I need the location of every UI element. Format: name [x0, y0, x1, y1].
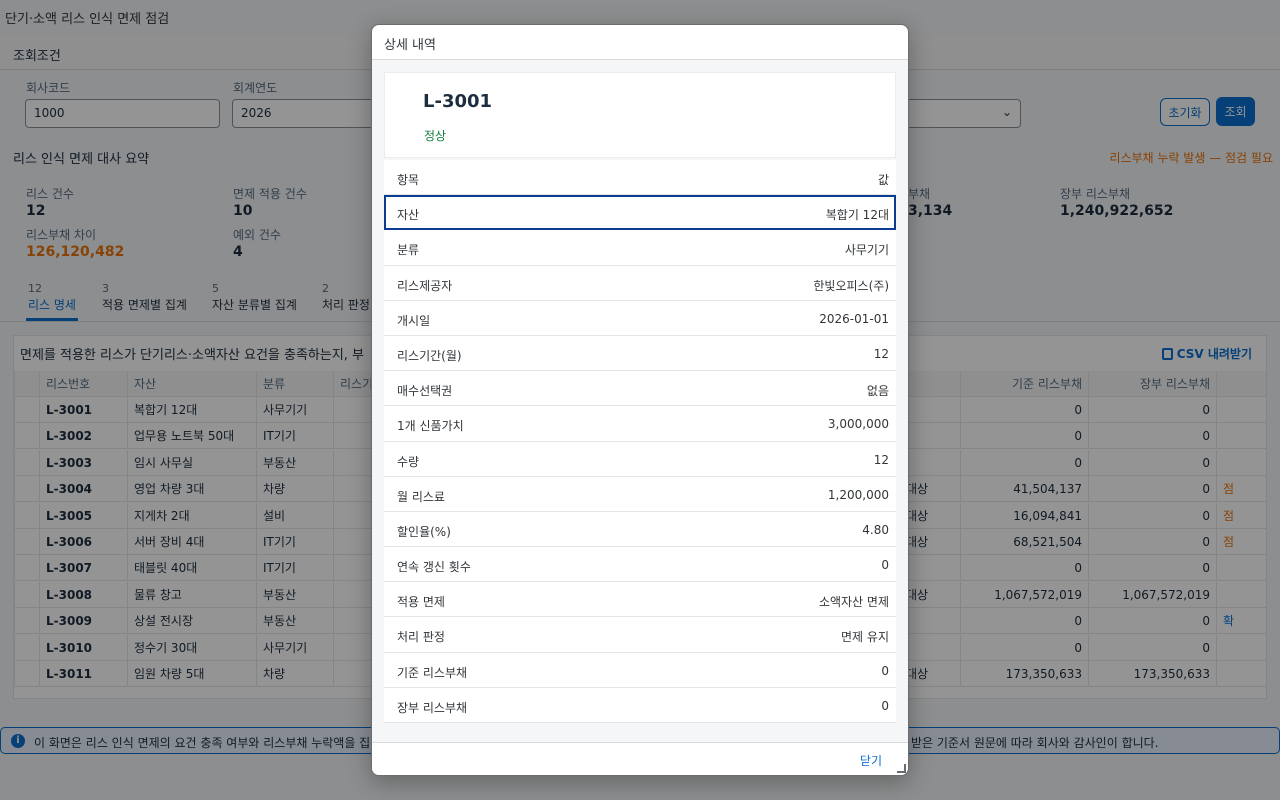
- detail-row[interactable]: 기준 리스부채 0: [384, 653, 896, 688]
- detail-row[interactable]: 분류 사무기기: [384, 230, 896, 266]
- detail-table: 항목 값 자산 복합기 12대분류 사무기기리스제공자 한빛오피스(주) 개시일 2026…: [384, 160, 896, 723]
- object-header: L-3001 정상: [384, 72, 896, 158]
- detail-key: 기준 리스부채: [397, 665, 468, 680]
- detail-value: 12: [873, 346, 889, 361]
- detail-value: 0: [881, 698, 889, 713]
- detail-row[interactable]: 연속 갱신 횟수 0: [384, 547, 896, 583]
- detail-key: 연속 갱신 횟수: [397, 560, 471, 575]
- detail-dialog: 상세 내역 L-3001 정상 항목 값 자산 복합기 12대분류 사무기기리스제공…: [371, 24, 909, 776]
- detail-value: 소액자산 면제: [818, 595, 889, 610]
- column-header-key: 항목: [397, 173, 420, 187]
- detail-value: 한빛오피스(주): [813, 278, 889, 293]
- detail-key: 월 리스료: [397, 489, 445, 504]
- detail-value: 12: [873, 452, 889, 467]
- detail-value: 3,000,000: [827, 417, 889, 432]
- detail-key: 개시일: [397, 313, 431, 328]
- detail-value: 사무기기: [844, 243, 889, 258]
- detail-row[interactable]: 적용 면제 소액자산 면제: [384, 582, 896, 618]
- detail-row[interactable]: 매수선택권 없음: [384, 371, 896, 407]
- dialog-footer: 닫기: [372, 742, 908, 775]
- detail-key: 적용 면제: [397, 595, 445, 610]
- detail-row[interactable]: 처리 판정 면제 유지: [384, 617, 896, 653]
- detail-row[interactable]: 월 리스료 1,200,000: [384, 477, 896, 512]
- close-button[interactable]: 닫기: [860, 752, 882, 769]
- detail-key: 자산: [397, 208, 420, 223]
- detail-key: 분류: [397, 243, 420, 258]
- dialog-header: 상세 내역: [372, 25, 908, 60]
- detail-key: 처리 판정: [397, 630, 445, 645]
- detail-value: 없음: [866, 384, 889, 399]
- resize-grip-icon[interactable]: [897, 764, 906, 773]
- detail-key: 매수선택권: [397, 384, 453, 399]
- detail-row[interactable]: 1개 신품가치 3,000,000: [384, 406, 896, 442]
- detail-value: 2026-01-01: [819, 311, 889, 326]
- status-text: 정상: [424, 129, 447, 143]
- detail-value: 복합기 12대: [825, 208, 889, 223]
- detail-row[interactable]: 수량 12: [384, 442, 896, 477]
- dialog-title: 상세 내역: [384, 38, 436, 53]
- object-title: L-3001: [423, 91, 493, 112]
- detail-value: 0: [881, 558, 889, 573]
- detail-value: 4.80: [862, 522, 889, 537]
- detail-row[interactable]: 리스기간(월) 12: [384, 336, 896, 372]
- detail-row[interactable]: 개시일 2026-01-01: [384, 301, 896, 336]
- detail-header-row: 항목 값: [384, 160, 896, 196]
- detail-value: 0: [881, 663, 889, 678]
- dialog-body[interactable]: L-3001 정상 항목 값 자산 복합기 12대분류 사무기기리스제공자 한빛오피스…: [372, 60, 908, 742]
- detail-key: 리스제공자: [397, 278, 453, 293]
- detail-key: 수량: [397, 454, 420, 469]
- column-header-value: 값: [877, 173, 889, 187]
- detail-row[interactable]: 리스제공자 한빛오피스(주): [384, 266, 896, 301]
- detail-key: 장부 리스부채: [397, 700, 468, 715]
- detail-value: 1,200,000: [827, 487, 889, 502]
- detail-row[interactable]: 할인율(%) 4.80: [384, 512, 896, 548]
- detail-row[interactable]: 장부 리스부채 0: [384, 688, 896, 723]
- detail-key: 할인율(%): [397, 524, 451, 539]
- detail-key: 1개 신품가치: [397, 419, 464, 434]
- detail-row[interactable]: 자산 복합기 12대: [384, 195, 896, 231]
- detail-key: 리스기간(월): [397, 348, 462, 363]
- detail-value: 면제 유지: [841, 630, 889, 645]
